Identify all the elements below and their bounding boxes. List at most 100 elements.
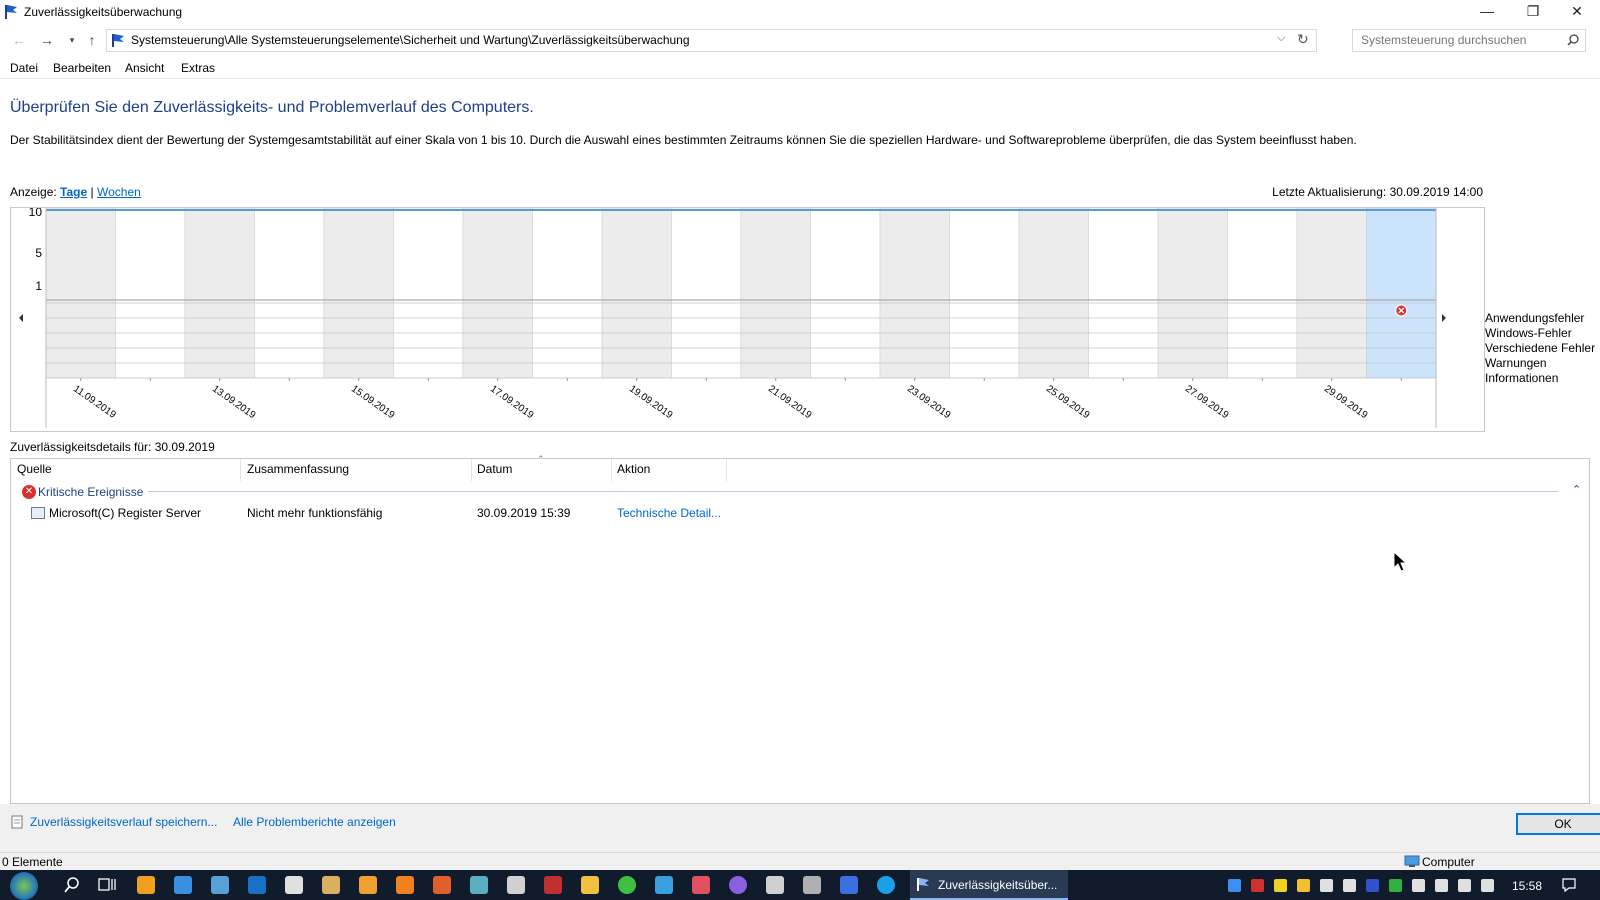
browser-icon[interactable]: [655, 876, 673, 894]
column-header-datum[interactable]: Datum: [477, 462, 512, 476]
app-icon[interactable]: [840, 876, 858, 894]
outlook-icon[interactable]: [248, 876, 266, 894]
app-icon[interactable]: [174, 876, 192, 894]
scroll-left-arrow-icon[interactable]: [19, 314, 23, 322]
ok-button[interactable]: OK: [1516, 813, 1600, 835]
chart-day-column: [462, 208, 533, 379]
display-icon[interactable]: [1458, 879, 1471, 892]
minimize-button[interactable]: —: [1464, 0, 1510, 24]
taskbar-clock[interactable]: 15:58: [1512, 879, 1542, 893]
pen-icon[interactable]: [581, 876, 599, 894]
app-icon[interactable]: [470, 876, 488, 894]
notifications-icon[interactable]: [1561, 877, 1577, 893]
taskbar: [0, 870, 1600, 900]
mail-icon[interactable]: [1343, 879, 1356, 892]
flag-icon: [917, 878, 929, 891]
search-tool-icon[interactable]: [137, 876, 155, 894]
status-computer: Computer: [1422, 855, 1475, 869]
scroll-right-arrow-icon[interactable]: [1442, 314, 1446, 322]
chart-svg[interactable]: 10 5 1 11.09.2019 13.09.2019 15.09.2019 17.09.…: [11, 208, 1484, 431]
circle-app-icon[interactable]: [729, 876, 747, 894]
search-input[interactable]: [1359, 32, 1563, 48]
menu-ansicht[interactable]: Ansicht: [125, 61, 164, 75]
address-dropdown-chevron-icon[interactable]: ⌵: [1277, 32, 1285, 45]
chess-icon[interactable]: [766, 876, 784, 894]
reliability-chart[interactable]: 10 5 1 11.09.2019 13.09.2019 15.09.2019 17.09.…: [10, 207, 1485, 432]
back-arrow-icon[interactable]: ←: [9, 30, 29, 50]
camera-icon[interactable]: [507, 876, 525, 894]
firefox-icon[interactable]: [433, 876, 451, 894]
emoji-icon[interactable]: [1274, 879, 1287, 892]
forward-arrow-icon[interactable]: →: [37, 30, 57, 50]
view-days-link[interactable]: Tage: [60, 185, 87, 199]
group-critical-events[interactable]: Kritische Ereignisse: [38, 485, 143, 499]
skype-icon[interactable]: [877, 876, 895, 894]
taskbar-active-window[interactable]: Zuverlässigkeitsüber...: [910, 870, 1068, 900]
menu-extras[interactable]: Extras: [181, 61, 215, 75]
up-arrow-icon[interactable]: ↑: [82, 30, 102, 50]
chart-day-column: [810, 208, 881, 379]
address-path[interactable]: Systemsteuerung\Alle Systemsteuerungsele…: [131, 33, 690, 47]
x-tick-label: 27.09.2019: [1183, 383, 1231, 421]
bluetooth-icon[interactable]: [1228, 879, 1241, 892]
chart-day-column: [1227, 208, 1298, 379]
flag-icon: [5, 5, 17, 19]
all-reports-link[interactable]: Alle Problemberichte anzeigen: [233, 815, 396, 829]
x-tick-label: 23.09.2019: [905, 383, 953, 421]
x-tick-label: 25.09.2019: [1044, 383, 1092, 421]
technical-details-link[interactable]: Technische Detail...: [617, 506, 721, 520]
close-button[interactable]: ✕: [1554, 0, 1600, 24]
group-divider: [148, 491, 1558, 492]
chart-day-column[interactable]: [1366, 208, 1437, 379]
tray-app-icon[interactable]: [1366, 879, 1379, 892]
tray-app-icon[interactable]: [1320, 879, 1333, 892]
chart-day-column: [1018, 208, 1089, 379]
tray-app-icon[interactable]: [1251, 879, 1264, 892]
column-divider[interactable]: [471, 459, 472, 481]
legend-warnungen: Warnungen: [1485, 356, 1547, 370]
y-tick-label: 5: [35, 246, 42, 260]
x-tick-label: 21.09.2019: [766, 383, 814, 421]
row-zusammenfassung[interactable]: Nicht mehr funktionsfähig: [247, 506, 382, 520]
chart-day-column: [254, 208, 325, 379]
battery-icon[interactable]: [1435, 879, 1448, 892]
refresh-icon[interactable]: ↻: [1297, 31, 1309, 48]
recent-locations-chevron-icon[interactable]: ▾: [62, 30, 82, 50]
search-icon[interactable]: [1567, 34, 1579, 46]
sort-ascending-icon: ⌃: [537, 454, 545, 464]
shield-icon[interactable]: [1389, 879, 1402, 892]
column-divider[interactable]: [611, 459, 612, 481]
column-divider[interactable]: [240, 459, 241, 481]
menu-bearbeiten[interactable]: Bearbeiten: [53, 61, 111, 75]
address-bar[interactable]: Systemsteuerung\Alle Systemsteuerungsele…: [106, 29, 1317, 52]
search-box[interactable]: [1352, 29, 1586, 52]
menu-datei[interactable]: Datei: [10, 61, 38, 75]
row-quelle[interactable]: Microsoft(C) Register Server: [49, 506, 201, 520]
search-icon[interactable]: [63, 876, 81, 894]
tray-app-icon[interactable]: [1297, 879, 1310, 892]
task-view-icon[interactable]: [98, 877, 116, 893]
volume-icon[interactable]: [1481, 879, 1494, 892]
chart-day-column: [949, 208, 1020, 379]
column-header-aktion[interactable]: Aktion: [617, 462, 650, 476]
gift-icon[interactable]: [544, 876, 562, 894]
app-icon[interactable]: [211, 876, 229, 894]
circle-app-icon[interactable]: [618, 876, 636, 894]
vlc-icon[interactable]: [396, 876, 414, 894]
column-divider[interactable]: [726, 459, 727, 481]
restore-button[interactable]: ❐: [1510, 0, 1556, 24]
network-icon[interactable]: [1412, 879, 1425, 892]
save-history-link[interactable]: Zuverlässigkeitsverlauf speichern...: [30, 815, 217, 829]
start-button[interactable]: [10, 872, 38, 900]
settings-icon[interactable]: [803, 876, 821, 894]
column-header-quelle[interactable]: Quelle: [17, 462, 52, 476]
legend-informationen: Informationen: [1485, 371, 1559, 385]
view-weeks-link[interactable]: Wochen: [97, 185, 141, 199]
cloud-icon[interactable]: [692, 876, 710, 894]
row-datum[interactable]: 30.09.2019 15:39: [477, 506, 570, 520]
store-icon[interactable]: [285, 876, 303, 894]
media-icon[interactable]: [359, 876, 377, 894]
column-header-zusammenfassung[interactable]: Zusammenfassung: [247, 462, 349, 476]
collapse-chevron-icon[interactable]: ⌃: [1572, 483, 1581, 496]
notepad-icon[interactable]: [322, 876, 340, 894]
